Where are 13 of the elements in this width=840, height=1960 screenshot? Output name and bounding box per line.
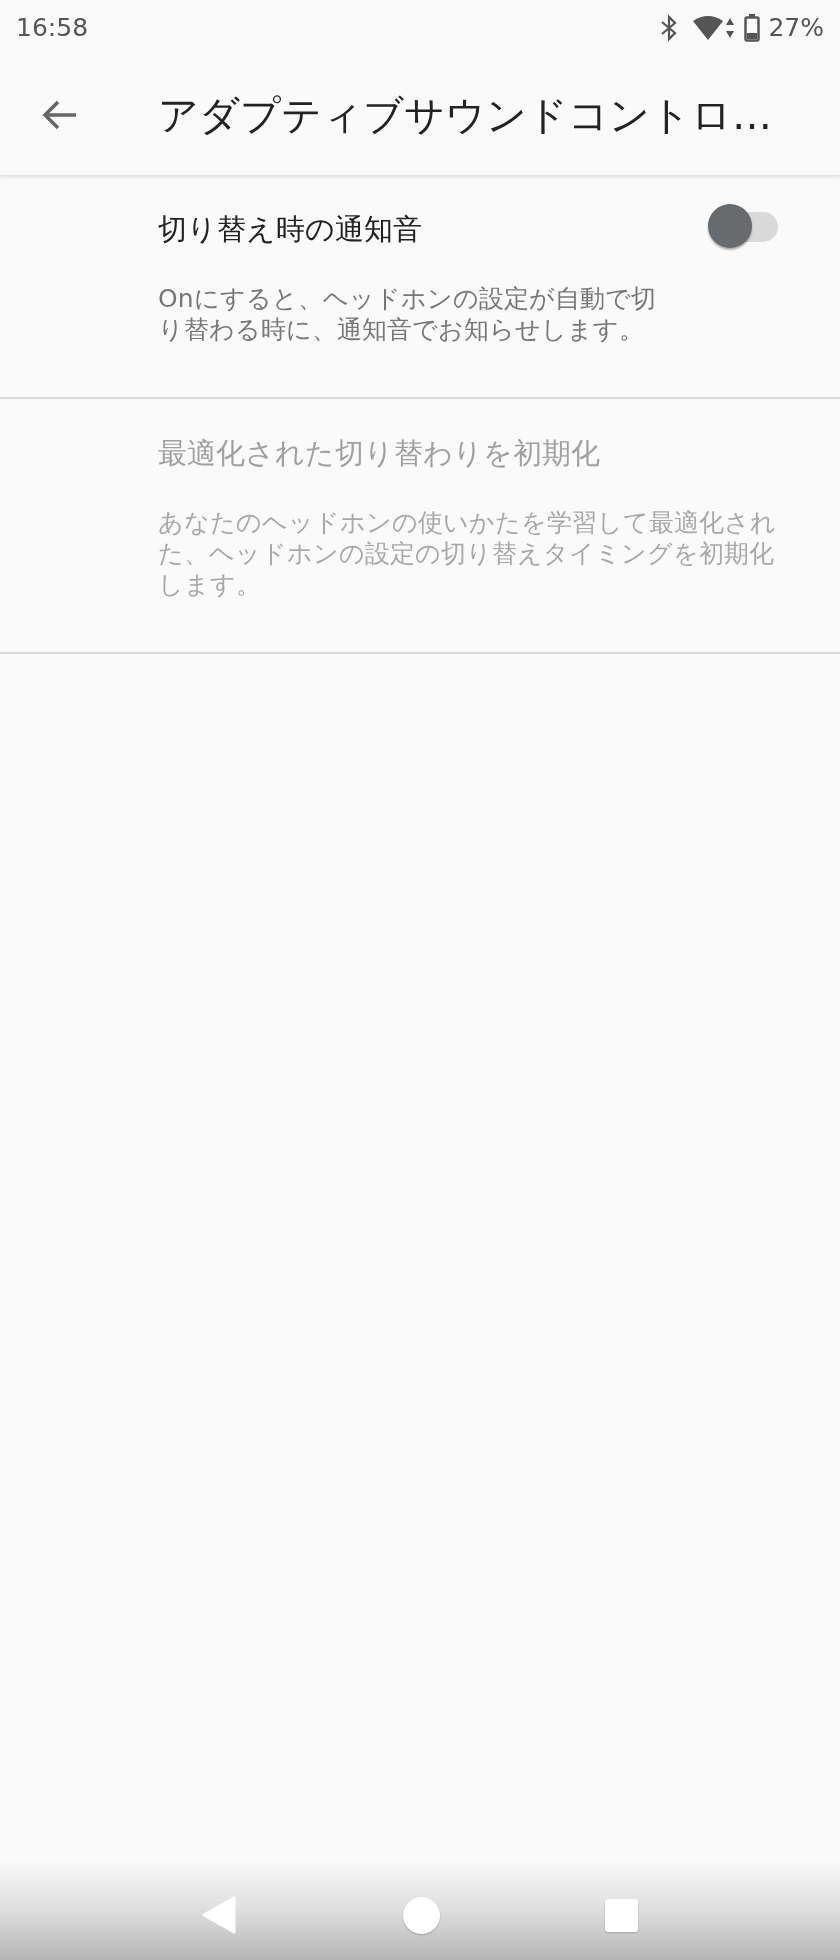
home-icon[interactable] [403,1896,440,1934]
setting-description: Onにすると、ヘッドホンの設定が自動で切り替わる時に、通知音でお知らせします。 [158,283,657,345]
setting-description: あなたのヘッドホンの使いかたを学習して最適化された、ヘッドホンの設定の切り替えタイミングを初期化します。 [158,507,777,600]
recents-icon[interactable] [604,1898,638,1932]
wifi-icon [692,13,737,42]
setting-title: 切り替え時の通知音 [158,211,423,248]
setting-title: 最適化された切り替わりを初期化 [158,435,601,472]
back-arrow-icon [42,99,78,131]
page-title: アダプティブサウンドコントロ… [158,91,772,140]
battery-percent: 27% [768,11,824,44]
battery-icon [744,13,761,42]
status-time: 16:58 [16,11,89,44]
back-icon[interactable] [202,1896,239,1934]
